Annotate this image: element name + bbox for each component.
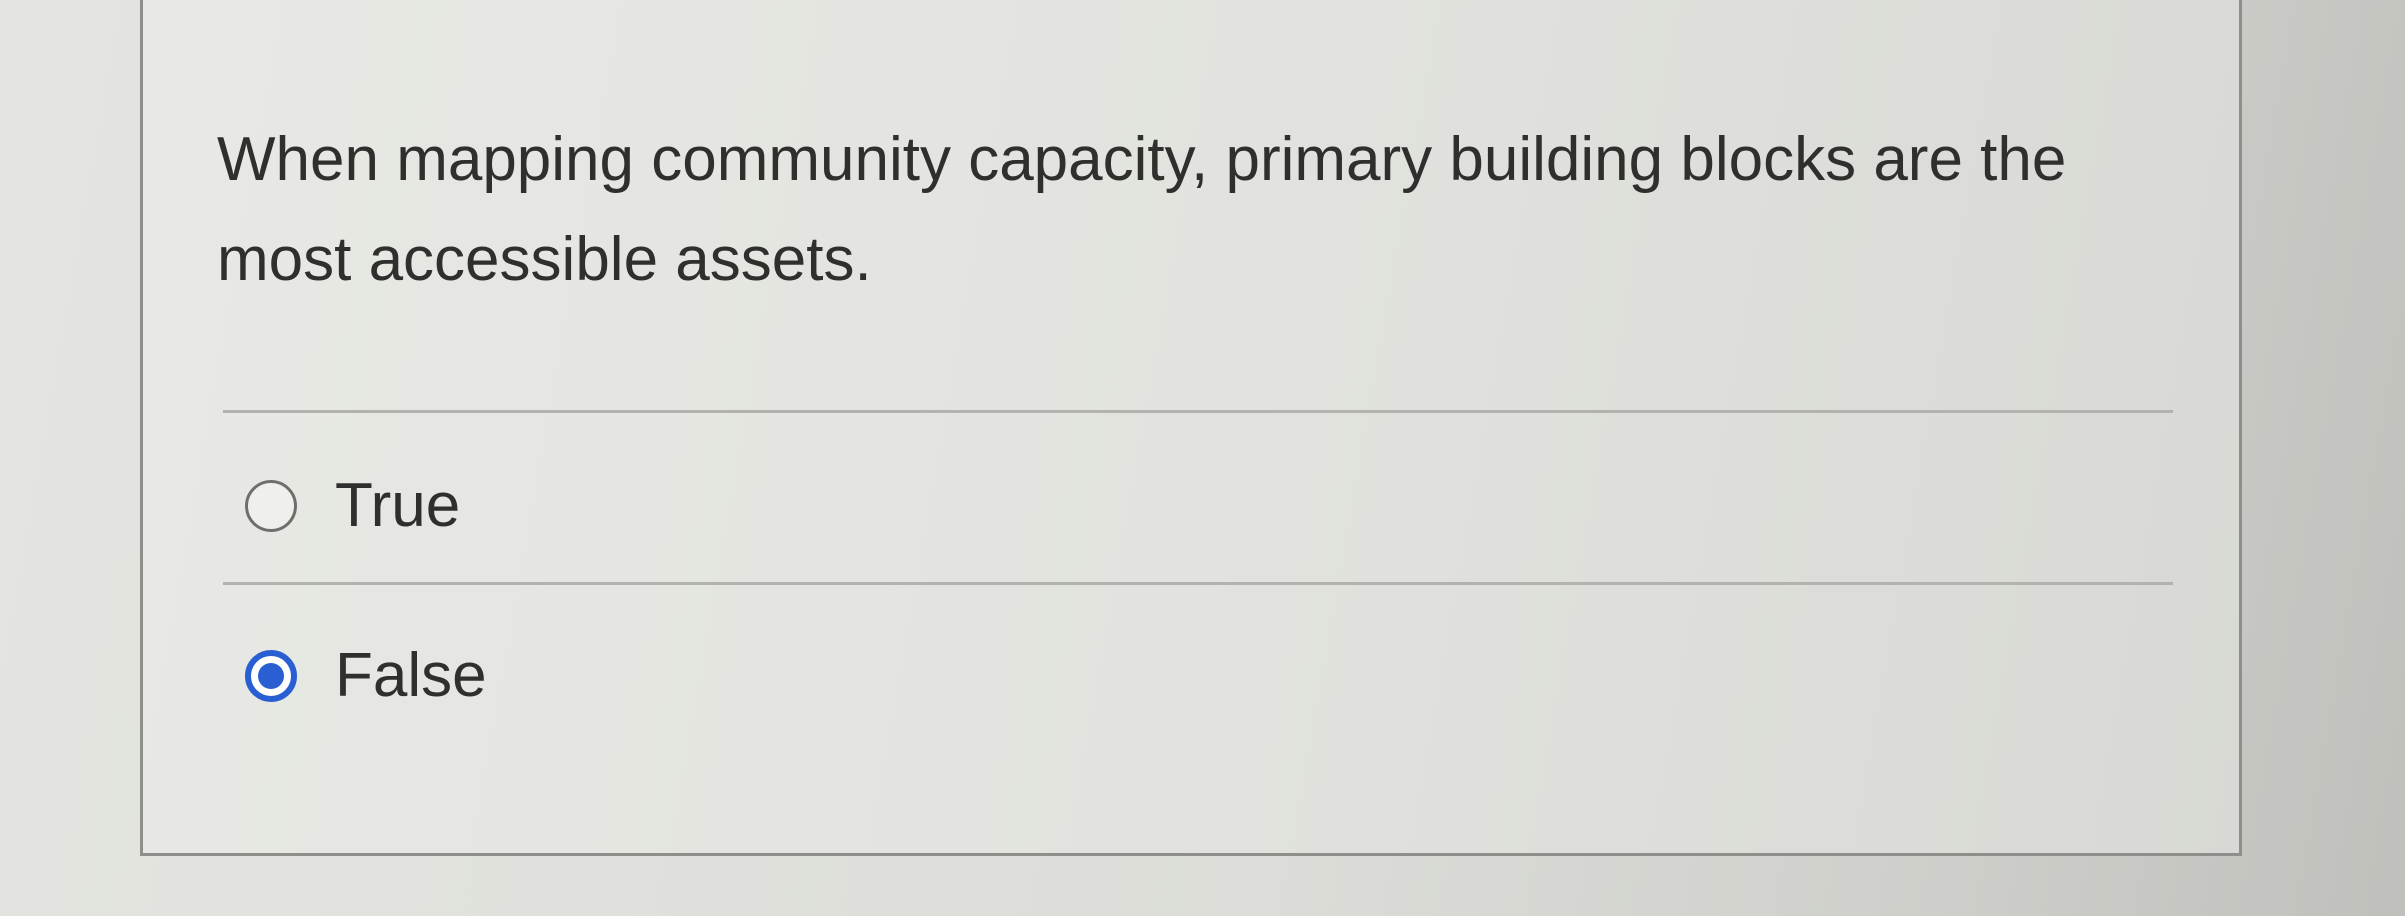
option-label: False [335,641,487,710]
option-label: True [335,471,461,540]
divider [223,582,2173,585]
option-true[interactable]: True [245,466,460,546]
question-card: When mapping community capacity, primary… [140,0,2242,856]
option-false[interactable]: False [245,636,487,716]
divider [223,410,2173,413]
radio-dot-icon [258,663,284,689]
question-text: When mapping community capacity, primary… [217,125,2067,294]
radio-button-checked-icon[interactable] [245,650,297,702]
page: When mapping community capacity, primary… [0,0,2405,916]
radio-button-unchecked-icon[interactable] [245,480,297,532]
